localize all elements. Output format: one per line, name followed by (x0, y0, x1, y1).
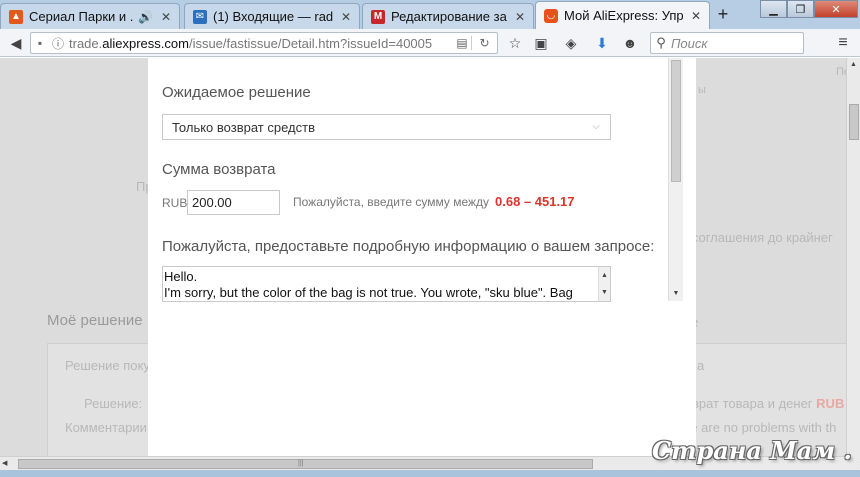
search-input[interactable]: ⚲ Поиск (650, 32, 804, 54)
refund-request-dialog: Ожидаемое решение Только возврат средств… (148, 58, 696, 456)
scroll-grip-icon: ||| (298, 460, 304, 467)
watermark: Страна Мам . ру (652, 436, 860, 465)
scroll-down-icon[interactable]: ▼ (669, 287, 683, 301)
decision-label: Решение: (84, 396, 143, 411)
bookmark-star-icon[interactable]: ☆ (505, 33, 525, 53)
window-controls: ▁ ❐ ✕ (760, 0, 858, 18)
url-domain: aliexpress.com (102, 35, 189, 51)
mail-icon: ✉ (193, 9, 207, 24)
comment-label: Комментарии (65, 420, 147, 435)
bookmarks-list-icon[interactable]: ▣ (531, 33, 551, 53)
bg-fragment: Пе (836, 66, 846, 78)
bg-fragment: ы (698, 84, 706, 96)
url-prefix: trade. (69, 35, 103, 51)
scroll-up-icon[interactable]: ▲ (599, 267, 610, 284)
tab-inbox[interactable]: ✉ (1) Входящие — rad... ✕ (184, 3, 360, 29)
dialog-scroll-thumb[interactable] (671, 60, 681, 182)
search-icon: ⚲ (656, 35, 666, 50)
url-text[interactable]: trade.aliexpress.com/issue/fastissue/Det… (67, 36, 453, 51)
tab-aliexpress[interactable]: ◡ Мой AliExpress: Упр... ✕ (535, 1, 710, 29)
details-label: Пожалуйста, предоставьте подробную инфор… (162, 238, 655, 255)
info-icon[interactable]: ⓘ (49, 35, 67, 52)
textarea-scrollbar[interactable]: ▲ ▼ (598, 267, 610, 301)
maximize-button[interactable]: ❐ (787, 0, 814, 18)
refund-sum-label: Сумма возврата (162, 161, 276, 178)
amount-range: 0.68 – 451.17 (495, 194, 575, 209)
refund-amount-input[interactable] (187, 190, 280, 215)
tab-title: Сериал Парки и ... (29, 9, 135, 24)
close-icon[interactable]: ✕ (689, 9, 703, 23)
amount-hint: Пожалуйста, введите сумму между (293, 195, 490, 209)
close-icon[interactable]: ✕ (513, 10, 527, 24)
tab-title: Редактирование за... (391, 9, 507, 24)
close-window-button[interactable]: ✕ (814, 0, 858, 18)
comment-value: re are no problems with th (686, 420, 837, 435)
page-vertical-scrollbar[interactable]: ▲ (846, 58, 860, 456)
decision-value-currency: RUB (816, 396, 845, 411)
reader-view-icon[interactable]: ▤ (453, 36, 471, 50)
reload-icon[interactable]: ↻ (471, 36, 497, 50)
decision-value-text: зврат товара и денег (686, 396, 813, 411)
bg-fragment: е соглашения до крайнег (681, 230, 833, 245)
url-path: /issue/fastissue/Detail.htm?issueId=4000… (188, 35, 433, 51)
pocket-icon[interactable]: ◈ (561, 33, 581, 53)
vertical-scroll-thumb[interactable] (849, 104, 859, 140)
expected-solution-label: Ожидаемое решение (162, 84, 311, 101)
dialog-scrollbar[interactable]: ▼ (668, 58, 683, 301)
m-logo-icon: M (371, 9, 385, 24)
scroll-up-icon[interactable]: ▲ (847, 58, 860, 72)
scroll-down-icon[interactable]: ▼ (599, 284, 610, 301)
tab-strip: ▲ Сериал Парки и ... 🔊 ✕ ✉ (1) Входящие … (0, 0, 860, 29)
aliexpress-icon: ◡ (544, 8, 558, 23)
chat-icon[interactable]: ☻ (620, 33, 640, 53)
tab-title: (1) Входящие — rad... (213, 9, 333, 24)
my-decision-heading: Моё решение (47, 312, 143, 329)
tab-title: Мой AliExpress: Упр... (564, 8, 683, 23)
back-icon[interactable]: ◀ (6, 33, 26, 53)
speaker-icon[interactable]: 🔊 (138, 10, 153, 24)
new-tab-button[interactable]: + (712, 3, 734, 25)
menu-icon[interactable]: ≡ (833, 33, 853, 53)
horizontal-scroll-thumb[interactable] (18, 459, 593, 469)
currency-label: RUB (162, 196, 188, 210)
tab-edit[interactable]: M Редактирование за... ✕ (362, 3, 534, 29)
close-icon[interactable]: ✕ (339, 10, 353, 24)
scroll-left-icon[interactable]: ◀ (2, 457, 7, 471)
fire-icon: ▲ (9, 9, 23, 24)
details-textarea[interactable]: Hello. I'm sorry, but the color of the b… (162, 266, 611, 302)
page-content: Пе ы Пр е соглашения до крайнег Моё реше… (0, 58, 846, 456)
bg-fragment: а (697, 358, 705, 373)
taskbar (0, 470, 860, 477)
download-icon[interactable]: ⬇ (592, 33, 612, 53)
url-bar[interactable]: ▪ ⓘ trade.aliexpress.com/issue/fastissue… (30, 32, 498, 54)
navigation-bar: ◀ ▪ ⓘ trade.aliexpress.com/issue/fastiss… (0, 29, 860, 57)
decision-heading: Решение поку (65, 358, 150, 373)
tab-serial[interactable]: ▲ Сериал Парки и ... 🔊 ✕ (0, 3, 180, 29)
search-placeholder: Поиск (671, 35, 708, 51)
details-text[interactable]: Hello. I'm sorry, but the color of the b… (163, 267, 598, 301)
page-icon: ▪ (37, 36, 43, 50)
expected-solution-value: Только возврат средств (172, 119, 315, 135)
decision-value: зврат товара и денег RUB (686, 396, 844, 411)
expected-solution-select[interactable]: Только возврат средств ⌵ (162, 114, 611, 140)
chevron-down-icon: ⌵ (592, 121, 600, 132)
minimize-button[interactable]: ▁ (760, 0, 787, 18)
close-icon[interactable]: ✕ (159, 10, 173, 24)
